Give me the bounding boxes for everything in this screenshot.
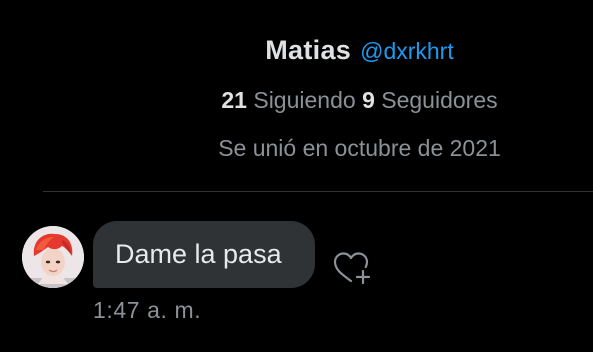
message-timestamp: 1:47 a. m. [93, 297, 202, 323]
heart-plus-icon [333, 252, 371, 285]
react-button[interactable] [330, 246, 374, 290]
avatar[interactable] [22, 226, 84, 288]
profile-header: Matias @dxrkhrt 21 Siguiendo 9 Seguidores… [0, 0, 593, 192]
message-bubble[interactable]: Dame la pasa [93, 221, 315, 288]
followers-link[interactable]: 9 Seguidores [362, 87, 498, 113]
profile-name-line[interactable]: Matias @dxrkhrt [0, 32, 593, 73]
following-label: Siguiendo [253, 87, 356, 113]
section-divider [43, 191, 593, 192]
following-count: 21 [221, 87, 247, 113]
following-link[interactable]: 21 Siguiendo [221, 87, 355, 113]
joined-date: Se unió en octubre de 2021 [218, 135, 501, 161]
followers-count: 9 [362, 87, 375, 113]
user-handle[interactable]: @dxrkhrt [360, 38, 454, 64]
followers-label: Seguidores [381, 87, 498, 113]
avatar-image [22, 226, 84, 288]
display-name[interactable]: Matias [265, 35, 351, 65]
follow-stats: 21 Siguiendo 9 Seguidores [0, 84, 593, 116]
